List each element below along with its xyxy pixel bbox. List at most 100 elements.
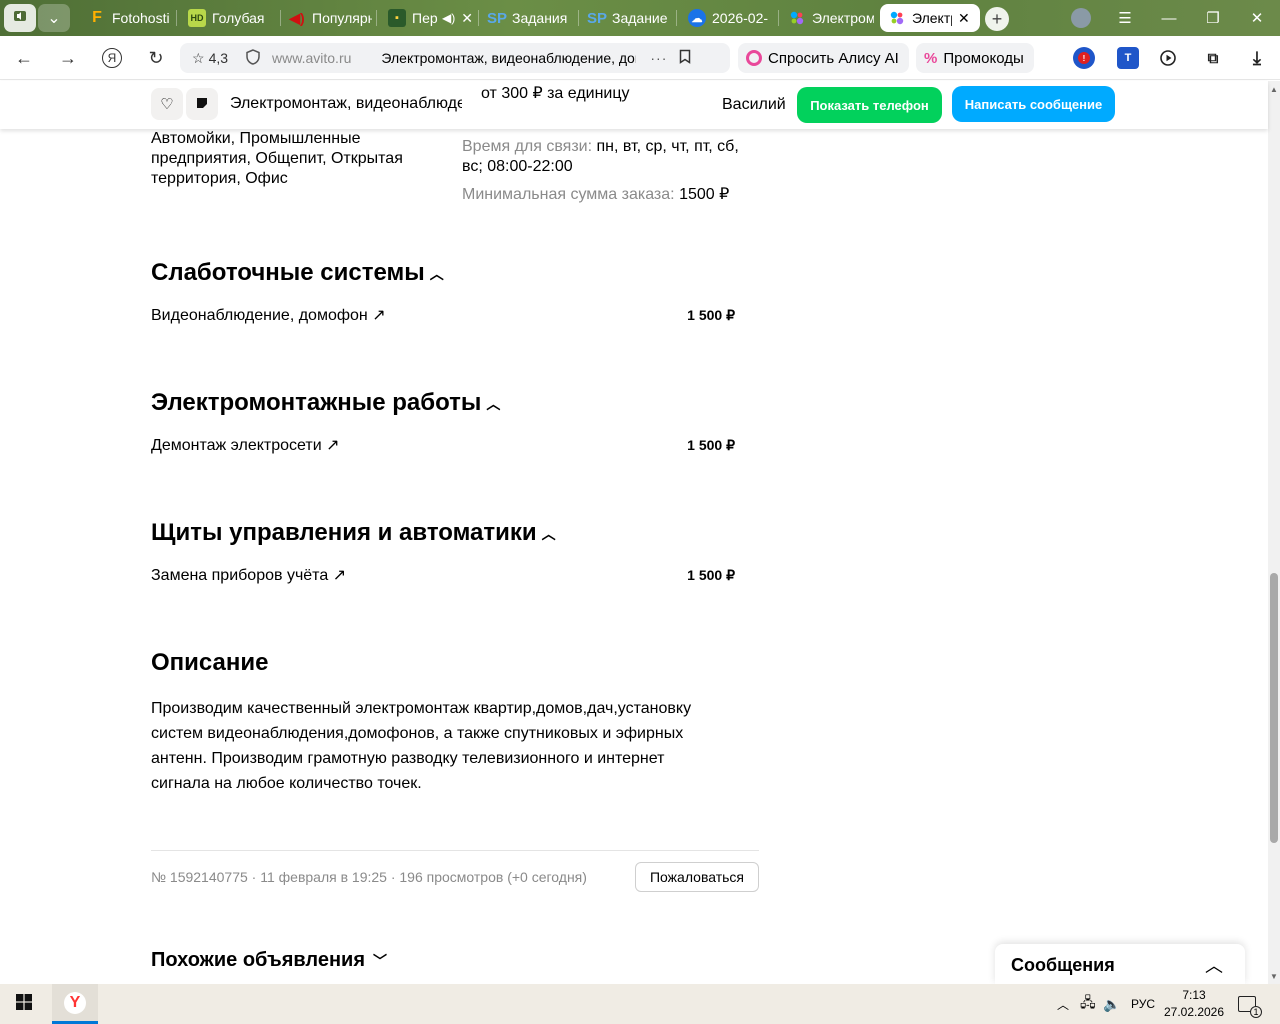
shield-icon[interactable] bbox=[246, 48, 260, 68]
complain-button[interactable]: Пожаловаться bbox=[635, 862, 759, 892]
network-icon[interactable]: 🖧 bbox=[1080, 984, 1096, 1024]
scroll-up-arrow-icon[interactable]: ▲ bbox=[1268, 83, 1280, 95]
chevron-up-icon: ︿ bbox=[429, 266, 444, 282]
contact-hours-label: Время для связи: bbox=[462, 138, 593, 155]
tab-separator bbox=[376, 10, 377, 26]
scroll-thumb[interactable] bbox=[1270, 573, 1278, 843]
tray-overflow-icon[interactable]: ︿ bbox=[1057, 984, 1069, 1024]
messages-widget[interactable]: Сообщения ︿ bbox=[995, 944, 1245, 984]
similar-listings-header[interactable]: Похожие объявления ﹀ bbox=[151, 949, 387, 972]
extension-shield-icon[interactable]: ! bbox=[1073, 47, 1095, 69]
listing-price: от 300 ₽ за единицу bbox=[481, 85, 630, 102]
back-button[interactable]: ← bbox=[10, 44, 38, 72]
listing-title: Электромонтаж, видеонаблюдение bbox=[230, 95, 462, 112]
collections-icon[interactable]: ⧉ bbox=[1202, 47, 1224, 69]
volume-icon[interactable]: 🔈 bbox=[1103, 984, 1120, 1024]
min-order-label: Минимальная сумма заказа: bbox=[462, 186, 675, 203]
forward-button[interactable]: → bbox=[54, 44, 82, 72]
site-rating[interactable]: ☆ 4,3 bbox=[192, 50, 228, 67]
service-row: Видеонаблюдение, домофон ↗ 1 500 ₽ bbox=[151, 305, 735, 327]
tab-zadanie[interactable]: SP Задание bbox=[580, 4, 672, 32]
plus-icon: + bbox=[991, 8, 1003, 29]
tab-separator bbox=[676, 10, 677, 26]
page-content: Автомойки, Промышленные предприятия, Общ… bbox=[0, 129, 1268, 984]
start-button[interactable] bbox=[0, 984, 48, 1024]
favorite-button[interactable]: ♡ bbox=[151, 88, 183, 120]
language-indicator[interactable]: РУС bbox=[1131, 984, 1155, 1024]
reload-icon: ↻ bbox=[148, 47, 164, 68]
write-message-button[interactable]: Написать сообщение bbox=[952, 86, 1115, 122]
tab-populyarnye[interactable]: ◀) Популярные bbox=[280, 4, 372, 32]
audio-playing-icon[interactable]: ◀) bbox=[442, 11, 455, 25]
page-scrollbar[interactable]: ▲ ▼ bbox=[1268, 81, 1280, 984]
close-tab-icon[interactable]: ✕ bbox=[958, 10, 970, 27]
tab-fotohosting[interactable]: F Fotohosting bbox=[80, 4, 170, 32]
cloud-favicon-icon: ☁ bbox=[688, 9, 706, 27]
service-link[interactable]: Демонтаж электросети ↗ bbox=[151, 435, 340, 455]
star-icon: ☆ bbox=[192, 49, 205, 66]
game-favicon-icon: ▪ bbox=[388, 9, 406, 27]
service-link[interactable]: Замена приборов учёта ↗ bbox=[151, 565, 346, 585]
ask-alice-button[interactable]: Спросить Алису AI bbox=[738, 43, 909, 73]
more-dots-icon[interactable]: ··· bbox=[650, 50, 667, 66]
close-tab-icon[interactable]: ✕ bbox=[461, 10, 473, 27]
min-order: Минимальная сумма заказа: 1500 ₽ bbox=[462, 185, 762, 205]
sp-favicon-icon: SP bbox=[587, 9, 608, 27]
close-window-button[interactable]: ✕ bbox=[1234, 0, 1280, 36]
tab-separator bbox=[778, 10, 779, 26]
video-play-icon[interactable] bbox=[1158, 47, 1180, 69]
section-header-control-panels[interactable]: Щиты управления и автоматики ︿ bbox=[151, 519, 556, 547]
notifications-button[interactable]: 1 bbox=[1238, 984, 1262, 1024]
scroll-down-arrow-icon[interactable]: ▼ bbox=[1268, 970, 1280, 982]
service-link[interactable]: Видеонаблюдение, домофон ↗ bbox=[151, 305, 386, 325]
yandex-home-button[interactable]: Я bbox=[98, 44, 126, 72]
seller-name[interactable]: Василий bbox=[722, 96, 786, 114]
tab-list-button[interactable]: ⌄ bbox=[38, 4, 70, 32]
divider bbox=[151, 850, 759, 851]
browser-tab-strip: ⌄ F Fotohosting HD Голубая ◀) Популярные… bbox=[0, 0, 1280, 36]
chevron-up-icon[interactable]: ︿ bbox=[1205, 952, 1223, 978]
promocodes-button[interactable]: % Промокоды bbox=[916, 43, 1034, 73]
tab-zadaniya[interactable]: SP Задания bbox=[480, 4, 576, 32]
url-domain: www.avito.ru bbox=[272, 50, 352, 66]
speaker-favicon-icon: ◀) bbox=[289, 9, 305, 26]
chevron-up-icon: ︿ bbox=[486, 396, 501, 412]
service-price: 1 500 ₽ bbox=[687, 307, 735, 323]
address-bar[interactable]: ☆ 4,3 www.avito.ru Электромонтаж, видеон… bbox=[180, 43, 730, 73]
minimize-icon: — bbox=[1161, 9, 1177, 27]
tab-separator bbox=[176, 10, 177, 26]
external-link-icon: ↗ bbox=[332, 567, 347, 584]
new-tab-button[interactable]: + bbox=[985, 7, 1009, 31]
show-phone-button[interactable]: Показать телефон bbox=[797, 87, 942, 123]
tab-elektr-active[interactable]: Электр ✕ bbox=[880, 4, 980, 32]
sidebar-toggle-button[interactable] bbox=[4, 4, 36, 32]
bookmark-icon[interactable] bbox=[679, 49, 691, 67]
extension-translate-icon[interactable]: T bbox=[1117, 47, 1139, 69]
chevron-down-icon: ⌄ bbox=[47, 10, 61, 27]
browser-menu-button[interactable]: ☰ bbox=[1102, 0, 1148, 36]
tab-golubaya[interactable]: HD Голубая bbox=[180, 4, 276, 32]
close-icon: ✕ bbox=[1250, 10, 1264, 27]
facilities-list: Автомойки, Промышленные предприятия, Общ… bbox=[151, 130, 403, 187]
hd-favicon-icon: HD bbox=[188, 9, 206, 27]
system-clock[interactable]: 7:13 27.02.2026 bbox=[1160, 987, 1228, 1021]
yandex-browser-icon: Y bbox=[64, 991, 86, 1014]
alice-icon bbox=[746, 50, 762, 66]
tab-2026-02[interactable]: ☁ 2026-02- bbox=[680, 4, 776, 32]
avito-favicon-icon bbox=[788, 9, 806, 27]
restore-button[interactable]: ❐ bbox=[1190, 0, 1236, 36]
section-header-low-current[interactable]: Слаботочные системы ︿ bbox=[151, 259, 444, 287]
avito-favicon-icon bbox=[888, 9, 906, 27]
minimize-button[interactable]: — bbox=[1146, 0, 1192, 36]
section-header-electrical-works[interactable]: Электромонтажные работы ︿ bbox=[151, 389, 500, 417]
tab-per[interactable]: ▪ Пер ◀) ✕ bbox=[380, 4, 474, 32]
note-button[interactable] bbox=[186, 88, 218, 120]
reload-button[interactable]: ↻ bbox=[142, 44, 170, 72]
browser-toolbar: ← → Я ↻ ☆ 4,3 www.avito.ru Электромонтаж… bbox=[0, 36, 1280, 80]
download-icon[interactable]: ⤓ bbox=[1246, 47, 1268, 69]
taskbar-yandex-browser[interactable]: Y bbox=[52, 984, 98, 1024]
arrow-left-icon: ← bbox=[15, 47, 33, 68]
tab-elektromontazh[interactable]: Электромонтаж bbox=[780, 4, 874, 32]
arrow-right-icon: → bbox=[59, 47, 77, 68]
profile-avatar[interactable] bbox=[1058, 0, 1104, 36]
